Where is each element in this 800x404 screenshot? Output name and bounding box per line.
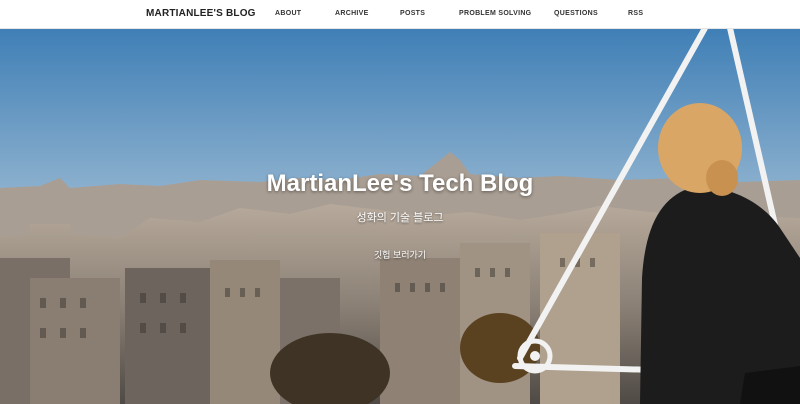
hero-banner: MartianLee's Tech Blog 성화의 기술 블로그 깃헙 보러가… bbox=[0, 28, 800, 404]
brand-link[interactable]: MARTIANLEE'S BLOG bbox=[146, 0, 256, 28]
github-link-label[interactable]: 깃헙 보러가기 bbox=[374, 250, 426, 260]
hero-title: MartianLee's Tech Blog bbox=[266, 170, 534, 197]
nav-link-rss[interactable]: RSS bbox=[628, 0, 643, 28]
top-navbar: MARTIANLEE'S BLOG ABOUT ARCHIVE POSTS PR… bbox=[0, 0, 800, 29]
github-link[interactable]: 깃헙 보러가기 bbox=[0, 248, 800, 261]
nav-link-archive[interactable]: ARCHIVE bbox=[335, 0, 369, 28]
nav-link-questions[interactable]: QUESTIONS bbox=[554, 0, 598, 28]
hero-subtitle: 성화의 기술 블로그 bbox=[356, 212, 444, 224]
nav-link-problem-solving[interactable]: PROBLEM SOLVING bbox=[459, 0, 531, 28]
nav-link-posts[interactable]: POSTS bbox=[400, 0, 425, 28]
nav-link-about[interactable]: ABOUT bbox=[275, 0, 301, 28]
